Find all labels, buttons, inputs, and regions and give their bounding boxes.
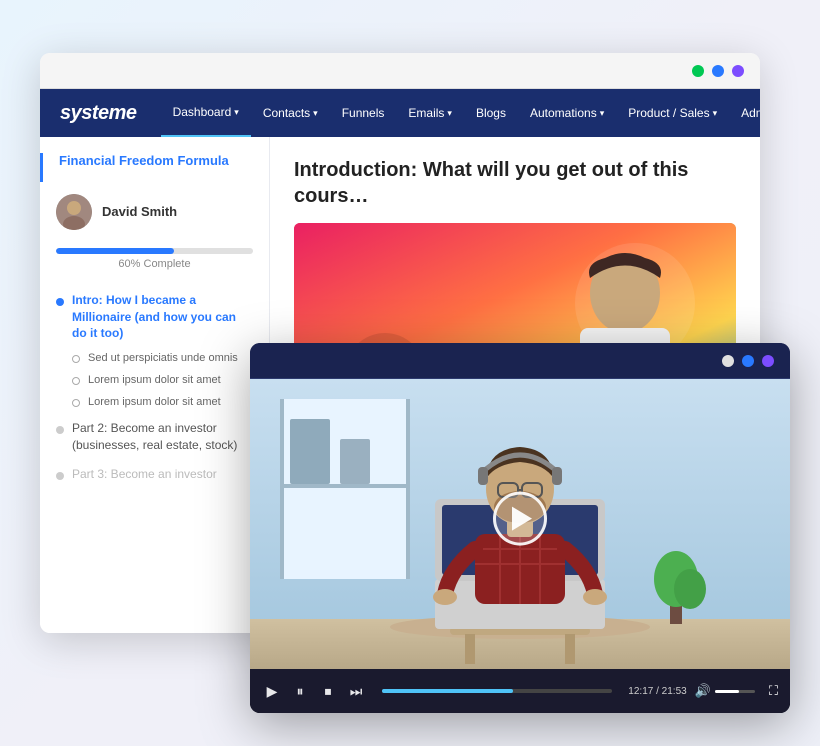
volume-bar[interactable] — [715, 690, 755, 693]
back-dot-green — [692, 65, 704, 77]
pause-button[interactable]: ⏸ — [290, 683, 310, 700]
nav-emails[interactable]: Emails ▾ — [396, 89, 464, 137]
nav-dashboard[interactable]: Dashboard ▾ — [161, 89, 251, 137]
nav-contacts[interactable]: Contacts ▾ — [251, 89, 330, 137]
back-titlebar — [40, 53, 760, 89]
nav-funnels[interactable]: Funnels — [330, 89, 397, 137]
automations-caret: ▾ — [600, 108, 605, 119]
front-dot-purple — [762, 355, 774, 367]
progress-section: 60% Complete — [40, 242, 269, 282]
video-controls: ▶ ⏸ ⏹ ⏭ 12:17 / 21:53 — [250, 669, 790, 713]
volume-icon[interactable]: 🔊 — [695, 683, 711, 699]
navbar: systeme Dashboard ▾ Contacts ▾ Funnels E… — [40, 89, 760, 137]
progress-label: 60% Complete — [56, 258, 253, 270]
sub-bullet-3 — [72, 398, 80, 410]
progress-track[interactable] — [382, 689, 612, 693]
browser-front: ▶ ⏸ ⏹ ⏭ 12:17 / 21:53 — [250, 343, 790, 713]
nav-items: Dashboard ▾ Contacts ▾ Funnels Emails ▾ … — [161, 89, 760, 137]
front-dot-white — [722, 355, 734, 367]
play-pause-button[interactable]: ▶ — [262, 683, 282, 700]
progress-bar-inner — [56, 248, 174, 254]
back-dot-purple — [732, 65, 744, 77]
windows-wrapper: systeme Dashboard ▾ Contacts ▾ Funnels E… — [20, 23, 800, 723]
avatar — [56, 194, 92, 230]
brand-text: systeme — [60, 102, 137, 124]
user-name: David Smith — [102, 204, 177, 219]
section-item-3[interactable]: Part 3: Become an investor — [40, 460, 269, 491]
nav-automations[interactable]: Automations ▾ — [518, 89, 616, 137]
bullet-1 — [56, 294, 64, 311]
avatar-image — [56, 194, 92, 230]
section-item-1[interactable]: Intro: How I became a Millionaire (and h… — [40, 286, 269, 348]
sub-item-2[interactable]: Lorem ipsum dolor sit amet — [40, 370, 269, 392]
emails-caret: ▾ — [447, 108, 452, 119]
brand-logo[interactable]: systeme — [60, 102, 137, 125]
sub-item-1[interactable]: Sed ut perspiciatis unde omnis — [40, 348, 269, 370]
front-titlebar — [250, 343, 790, 379]
bullet-3 — [56, 468, 64, 485]
course-title: Introduction: What will you get out of t… — [294, 157, 736, 209]
sub-bullet-2 — [72, 376, 80, 388]
video-scene — [250, 379, 790, 669]
sidebar-course-title: Financial Freedom Formula — [40, 153, 269, 182]
user-info: David Smith — [40, 182, 269, 242]
sub-item-3[interactable]: Lorem ipsum dolor sit amet — [40, 392, 269, 414]
video-player: ▶ ⏸ ⏹ ⏭ 12:17 / 21:53 — [250, 379, 790, 713]
progress-bar-outer — [56, 248, 253, 254]
nav-administration[interactable]: Administration — [729, 89, 760, 137]
course-section: Intro: How I became a Millionaire (and h… — [40, 282, 269, 495]
stop-button[interactable]: ⏹ — [318, 683, 338, 700]
fullscreen-button[interactable]: ⛶ — [769, 683, 778, 699]
contacts-caret: ▾ — [313, 108, 318, 119]
front-dot-blue — [742, 355, 754, 367]
play-button[interactable] — [493, 492, 547, 546]
sub-bullet-1 — [72, 354, 80, 366]
play-icon — [512, 507, 532, 531]
time-display: 12:17 / 21:53 — [628, 686, 686, 697]
skip-forward-button[interactable]: ⏭ — [346, 683, 366, 700]
volume-section: 🔊 — [695, 683, 755, 699]
progress-fill — [382, 689, 513, 693]
back-dot-blue — [712, 65, 724, 77]
avatar-svg — [56, 194, 92, 230]
section-item-2[interactable]: Part 2: Become an investor (businesses, … — [40, 414, 269, 460]
nav-blogs[interactable]: Blogs — [464, 89, 518, 137]
dashboard-caret: ▾ — [234, 107, 239, 118]
product-caret: ▾ — [713, 108, 718, 119]
sidebar: Financial Freedom Formula David Smith — [40, 137, 270, 633]
nav-product-sales[interactable]: Product / Sales ▾ — [616, 89, 729, 137]
bullet-2 — [56, 422, 64, 439]
volume-fill — [715, 690, 739, 693]
